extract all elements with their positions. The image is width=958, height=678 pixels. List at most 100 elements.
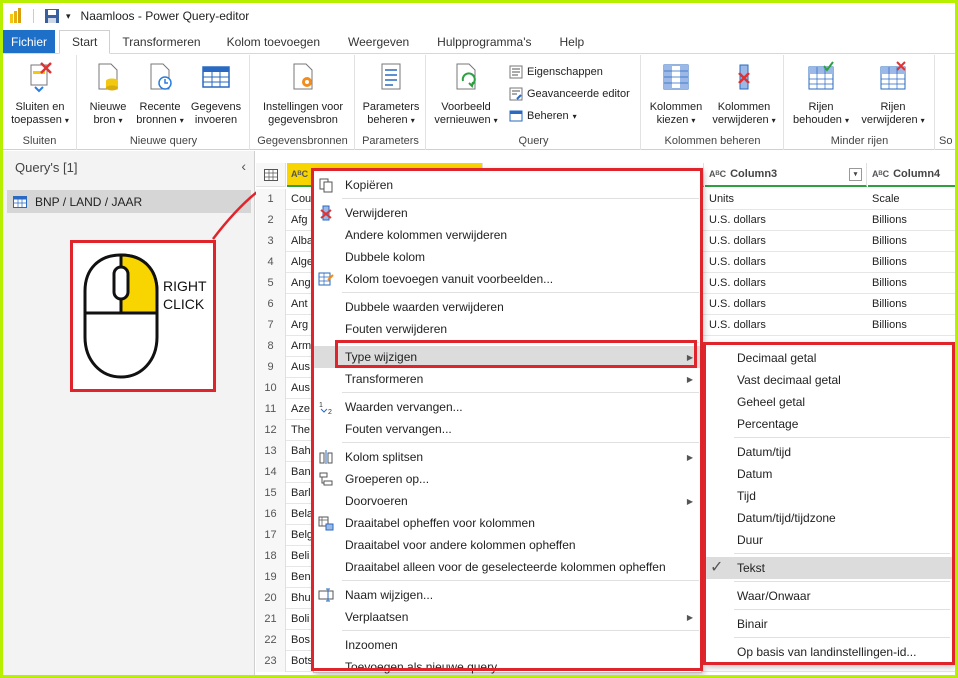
remove-columns-label-1: Kolommen <box>717 101 771 113</box>
new-source-label-1: Nieuwe <box>89 101 127 113</box>
cell-column-3[interactable]: U.S. dollars <box>705 294 865 315</box>
group-parameters: Parameters beheren ▾ Parameters <box>356 55 426 150</box>
row-number[interactable]: 23 <box>256 651 286 672</box>
table-icon <box>202 66 230 88</box>
column-header-4[interactable]: AᴮC Column4 <box>868 163 955 187</box>
properties-label: Eigenschappen <box>527 66 603 78</box>
tab-fichier[interactable]: Fichier <box>3 30 56 53</box>
column-header-4-label: Column4 <box>893 168 941 180</box>
column-header-3[interactable]: AᴮC Column3 ▾ <box>705 163 867 187</box>
row-number[interactable]: 8 <box>256 336 286 357</box>
tab-hulpprogrammas[interactable]: Hulpprogramma's <box>423 30 545 53</box>
type-submenu-highlight <box>703 342 955 665</box>
close-apply-button[interactable]: Sluiten en toepassen ▾ <box>7 61 73 127</box>
row-number[interactable]: 10 <box>256 378 286 399</box>
save-icon[interactable] <box>44 8 60 24</box>
parameters-label-1: Parameters <box>362 101 420 113</box>
recent-sources-button[interactable]: Recente bronnen ▾ <box>134 61 186 127</box>
cell-column-3[interactable]: U.S. dollars <box>705 315 865 336</box>
group-query: Voorbeeld vernieuwen ▾ Eigenschappen Gea… <box>427 55 641 150</box>
row-number[interactable]: 6 <box>256 294 286 315</box>
tab-start[interactable]: Start <box>59 30 111 54</box>
choose-columns-icon <box>663 64 689 90</box>
group-nieuwe-query: Nieuwe bron ▾ Recente bronnen ▾ Gegevens… <box>78 55 250 150</box>
manage-parameters-button[interactable]: Parameters beheren ▾ <box>360 61 422 127</box>
row-number[interactable]: 1 <box>256 189 286 210</box>
row-number[interactable]: 11 <box>256 399 286 420</box>
row-number[interactable]: 14 <box>256 462 286 483</box>
power-query-window: ▾ Naamloos - Power Query-editor Fichier … <box>3 3 955 675</box>
row-number[interactable]: 9 <box>256 357 286 378</box>
chevron-down-icon: ▾ <box>493 116 498 125</box>
cell-column-3[interactable]: U.S. dollars <box>705 231 865 252</box>
tab-kolom-toevoegen[interactable]: Kolom toevoegen <box>213 30 334 53</box>
remove-rows-button[interactable]: Rijen verwijderen ▾ <box>855 61 931 127</box>
tab-weergeven[interactable]: Weergeven <box>334 30 423 53</box>
recent-sources-icon <box>150 63 172 90</box>
queries-header: Query's [1] <box>15 160 78 175</box>
power-bi-logo-icon <box>10 8 21 23</box>
row-number[interactable]: 7 <box>256 315 286 336</box>
row-number[interactable]: 17 <box>256 525 286 546</box>
enter-data-label-2: invoeren <box>194 114 238 126</box>
choose-columns-button[interactable]: Kolommen kiezen ▾ <box>646 61 706 127</box>
cell-column-3[interactable]: U.S. dollars <box>705 210 865 231</box>
grid-corner[interactable] <box>256 163 286 187</box>
row-number[interactable]: 13 <box>256 441 286 462</box>
quick-access-dropdown-icon[interactable]: ▾ <box>66 11 71 22</box>
row-number[interactable]: 19 <box>256 567 286 588</box>
group-sorteren: So <box>936 55 955 150</box>
cell-column-4[interactable]: Billions <box>868 231 953 252</box>
enter-data-label-1: Gegevens <box>190 101 242 113</box>
row-number[interactable]: 22 <box>256 630 286 651</box>
group-kolommen-beheren: Kolommen kiezen ▾ Kolommen verwijderen ▾… <box>642 55 784 150</box>
tab-help[interactable]: Help <box>546 30 599 53</box>
enter-data-button[interactable]: Gegevens invoeren <box>188 61 244 127</box>
cell-column-4[interactable]: Billions <box>868 294 953 315</box>
row-number[interactable]: 20 <box>256 588 286 609</box>
remove-columns-button[interactable]: Kolommen verwijderen ▾ <box>708 61 780 127</box>
keep-rows-label-2: behouden <box>792 114 842 126</box>
tab-transformeren[interactable]: Transformeren <box>110 30 212 53</box>
keep-rows-label-1: Rijen <box>808 101 834 113</box>
cell-column-4[interactable]: Billions <box>868 252 953 273</box>
manage-button[interactable]: Beheren ▾ <box>509 109 577 123</box>
refresh-preview-button[interactable]: Voorbeeld vernieuwen ▾ <box>431 61 501 127</box>
new-source-button[interactable]: Nieuwe bron ▾ <box>84 61 132 127</box>
remove-rows-label-1: Rijen <box>880 101 906 113</box>
properties-button[interactable]: Eigenschappen <box>509 65 603 79</box>
recent-sources-label-2: bronnen <box>136 114 177 126</box>
chevron-down-icon: ▾ <box>845 116 850 125</box>
row-number[interactable]: 16 <box>256 504 286 525</box>
column-header-3-label: Column3 <box>730 168 778 180</box>
new-source-label-2: bron <box>93 114 116 126</box>
row-number[interactable]: 18 <box>256 546 286 567</box>
column-filter-icon[interactable]: ▾ <box>849 168 862 181</box>
cell-column-4[interactable]: Billions <box>868 273 953 294</box>
cell-column-3[interactable]: U.S. dollars <box>705 273 865 294</box>
group-sluiten: Sluiten en toepassen ▾ Sluiten <box>3 55 77 150</box>
table-icon <box>13 195 27 208</box>
cell-column-3[interactable]: Units <box>705 189 865 210</box>
right-click-callout: RIGHT CLICK <box>70 240 216 392</box>
data-source-settings-button[interactable]: Instellingen voor gegevensbron <box>253 61 353 127</box>
properties-icon <box>509 65 523 79</box>
row-number[interactable]: 3 <box>256 231 286 252</box>
chevron-down-icon: ▾ <box>64 116 69 125</box>
title-bar: ▾ Naamloos - Power Query-editor <box>3 3 955 29</box>
cell-column-4[interactable]: Scale <box>868 189 953 210</box>
row-number[interactable]: 2 <box>256 210 286 231</box>
row-number[interactable]: 5 <box>256 273 286 294</box>
cell-column-4[interactable]: Billions <box>868 210 953 231</box>
group-label-kolommen-beheren: Kolommen beheren <box>664 135 761 147</box>
row-number[interactable]: 12 <box>256 420 286 441</box>
advanced-editor-button[interactable]: Geavanceerde editor <box>509 87 630 101</box>
row-number[interactable]: 15 <box>256 483 286 504</box>
chevron-down-icon: ▾ <box>179 116 184 125</box>
row-number[interactable]: 4 <box>256 252 286 273</box>
group-label-gegevensbronnen: Gegevensbronnen <box>257 135 348 147</box>
cell-column-4[interactable]: Billions <box>868 315 953 336</box>
cell-column-3[interactable]: U.S. dollars <box>705 252 865 273</box>
row-number[interactable]: 21 <box>256 609 286 630</box>
keep-rows-button[interactable]: Rijen behouden ▾ <box>789 61 853 127</box>
